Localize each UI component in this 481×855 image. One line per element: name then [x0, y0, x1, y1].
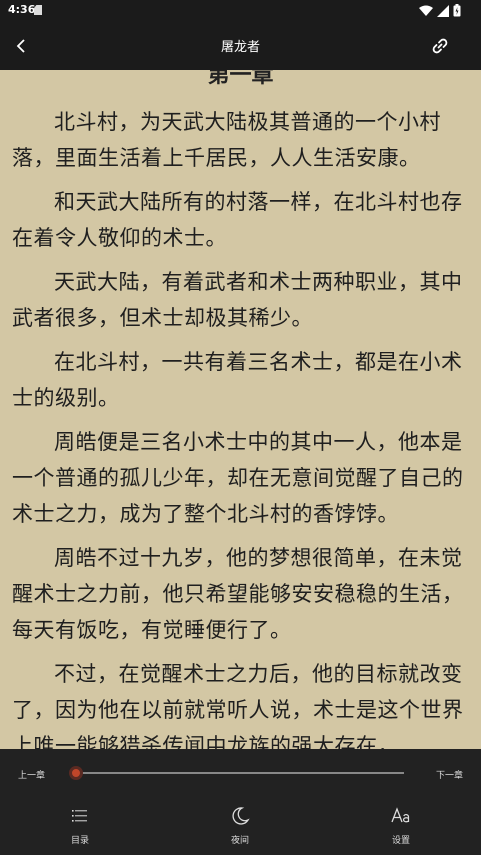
tab-catalog[interactable]: 目录 — [45, 805, 115, 846]
slider-thumb[interactable] — [69, 766, 83, 780]
reader-controls: 上一章 下一章 目录 夜间 设置 — [0, 749, 481, 855]
reader-page[interactable]: 第一章 北斗村，为天武大陆极其普通的一个小村落，里面生活着上千居民，人人生活安康… — [0, 70, 481, 749]
sd-card-icon — [34, 5, 42, 15]
link-icon — [432, 38, 448, 54]
list-icon — [72, 810, 87, 822]
battery-icon — [453, 4, 461, 17]
paragraph: 和天武大陆所有的村落一样，在北斗村也存在着令人敬仰的术士。 — [12, 190, 463, 250]
tab-label: 设置 — [391, 836, 410, 846]
chapter-text: 北斗村，为天武大陆极其普通的一个小村落，里面生活着上千居民，人人生活安康。 和天… — [12, 104, 469, 749]
link-button[interactable] — [429, 35, 451, 57]
paragraph: 北斗村，为天武大陆极其普通的一个小村落，里面生活着上千居民，人人生活安康。 — [12, 110, 441, 170]
tab-label: 目录 — [70, 836, 89, 846]
app-bar: 屠龙者 — [0, 22, 481, 70]
paragraph: 周皓便是三名小术士中的其中一人，他本是一个普通的孤儿少年，却在无意间觉醒了自己的… — [12, 430, 464, 526]
paragraph: 不过，在觉醒术士之力后，他的目标就改变了，因为他在以前就常听人说，术士是这个世界… — [12, 662, 464, 749]
chapter-progress-slider[interactable] — [76, 772, 404, 774]
chapter-title: 第一章 — [207, 70, 274, 88]
signal-icon — [437, 4, 449, 17]
status-icons — [419, 4, 461, 17]
tab-label: 夜间 — [230, 836, 249, 846]
book-title: 屠龙者 — [220, 40, 260, 55]
status-time: 4:36 — [8, 3, 36, 16]
paragraph: 在北斗村，一共有着三名术士，都是在小术士的级别。 — [12, 350, 463, 410]
next-chapter-button[interactable]: 下一章 — [436, 768, 463, 781]
bottom-tabs: 目录 夜间 设置 — [0, 805, 481, 855]
paragraph: 天武大陆，有着武者和术士两种职业，其中武者很多，但术士却极其稀少。 — [12, 270, 463, 330]
tab-settings[interactable]: 设置 — [366, 805, 436, 846]
paragraph: 周皓不过十九岁，他的梦想很简单，在未觉醒术士之力前，他只希望能够安安稳稳的生活，… — [12, 546, 464, 642]
status-bar: 4:36 — [0, 0, 481, 22]
prev-chapter-button[interactable]: 上一章 — [18, 768, 45, 781]
moon-icon — [232, 807, 250, 825]
wifi-icon — [419, 5, 433, 16]
tab-night-mode[interactable]: 夜间 — [205, 805, 275, 846]
font-settings-icon — [391, 807, 410, 823]
